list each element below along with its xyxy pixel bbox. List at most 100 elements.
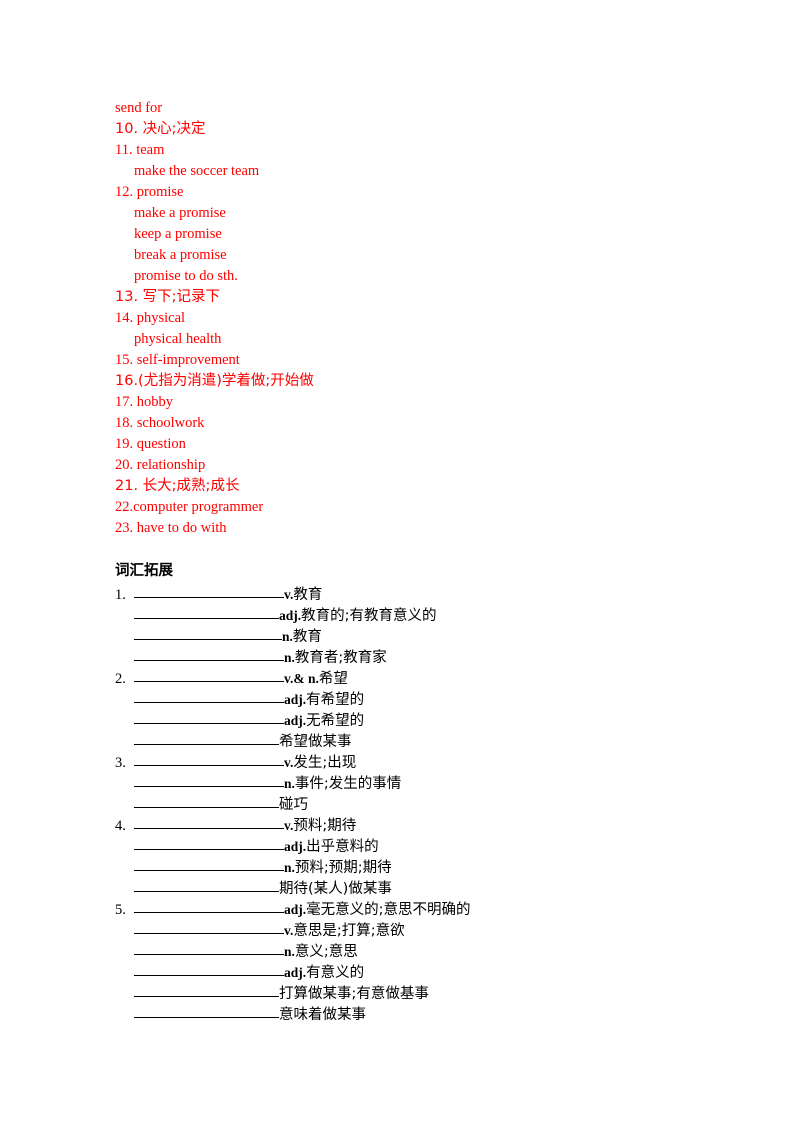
word-formation-row: 1.n.教育 xyxy=(115,626,715,647)
vocabulary-list-item: keep a promise xyxy=(134,226,222,242)
word-formation-row: 5.v.意思是;打算;意欲 xyxy=(115,920,715,941)
section-heading-word-formation: 词汇拓展 xyxy=(115,563,173,579)
part-of-speech-label: n. xyxy=(284,650,295,665)
part-of-speech-label: n. xyxy=(284,944,295,959)
answer-blank[interactable] xyxy=(134,856,284,871)
vocabulary-list-item: 16.(尤指为消遣)学着做;开始做 xyxy=(115,373,314,389)
part-of-speech-label: adj. xyxy=(284,692,307,707)
answer-blank[interactable] xyxy=(134,688,284,703)
answer-blank[interactable] xyxy=(134,1003,279,1018)
meaning-text: 教育 xyxy=(292,629,322,645)
vocabulary-list-item: 19. question xyxy=(115,436,186,452)
vocabulary-list-item: 14. physical xyxy=(115,310,186,326)
answer-blank[interactable] xyxy=(134,877,279,892)
vocabulary-list-item: make a promise xyxy=(134,205,226,221)
word-formation-row: 4.n.预料;预期;期待 xyxy=(115,857,715,878)
answer-blank[interactable] xyxy=(134,898,284,913)
vocabulary-list-item: 20. relationship xyxy=(115,457,206,473)
meaning-text: 毫无意义的;意思不明确的 xyxy=(306,902,471,918)
part-of-speech-label: adj. xyxy=(284,839,307,854)
vocabulary-list: send for 10. 决心;决定 11. team make the soccer… xyxy=(115,98,715,539)
meaning-text: 预料;预期;期待 xyxy=(294,860,392,876)
answer-blank[interactable] xyxy=(134,982,279,997)
word-formation-row: 5.打算做某事;有意做基事 xyxy=(115,983,715,1004)
answer-blank[interactable] xyxy=(134,604,279,619)
answer-blank[interactable] xyxy=(134,646,284,661)
meaning-text: 事件;发生的事情 xyxy=(294,776,402,792)
meaning-text: 发生;出现 xyxy=(293,755,357,771)
word-formation-number: 4. xyxy=(115,818,126,834)
answer-blank[interactable] xyxy=(134,814,284,829)
word-formation-row: 2.adj.无希望的 xyxy=(115,710,715,731)
meaning-text: 有希望的 xyxy=(306,692,365,708)
answer-blank[interactable] xyxy=(134,625,282,640)
word-formation-row: 4.adj.出乎意料的 xyxy=(115,836,715,857)
answer-blank[interactable] xyxy=(134,940,284,955)
vocabulary-list-item: 17. hobby xyxy=(115,394,173,410)
word-formation-row: 4.期待(某人)做某事 xyxy=(115,878,715,899)
meaning-text: 意味着做某事 xyxy=(279,1007,366,1023)
word-formation-row: 3.碰巧 xyxy=(115,794,715,815)
document-page: send for 10. 决心;决定 11. team make the soccer… xyxy=(0,0,794,1123)
answer-blank[interactable] xyxy=(134,583,284,598)
word-formation-row: 1.adj.教育的;有教育意义的 xyxy=(115,605,715,626)
part-of-speech-label: v. xyxy=(284,755,294,770)
meaning-text: 期待(某人)做某事 xyxy=(279,881,392,897)
word-formation-list: 1.v.教育1.adj.教育的;有教育意义的1.n.教育1.n.教育者;教育家2… xyxy=(115,584,715,1025)
meaning-text: 教育者;教育家 xyxy=(294,650,387,666)
vocabulary-list-item: 12. promise xyxy=(115,184,184,200)
vocabulary-list-item: 11. team xyxy=(115,142,165,158)
word-formation-number: 3. xyxy=(115,755,126,771)
vocabulary-list-item: 22.computer programmer xyxy=(115,499,264,515)
vocabulary-list-item: 15. self-improvement xyxy=(115,352,240,368)
word-formation-row: 2. v.& n. 希望 xyxy=(115,668,715,689)
vocabulary-list-item: 13. 写下;记录下 xyxy=(115,289,221,305)
part-of-speech-label: adj. xyxy=(284,965,307,980)
meaning-text: 碰巧 xyxy=(279,797,308,813)
meaning-text: 预料;期待 xyxy=(293,818,357,834)
word-formation-row: 2.希望做某事 xyxy=(115,731,715,752)
word-formation-number: 2. xyxy=(115,671,126,687)
vocabulary-list-item: promise to do sth. xyxy=(134,268,238,284)
meaning-text: 意义;意思 xyxy=(294,944,358,960)
vocabulary-list-item: 23. have to do with xyxy=(115,520,227,536)
document-content: send for 10. 决心;决定 11. team make the soccer… xyxy=(115,98,715,1025)
answer-blank[interactable] xyxy=(134,772,284,787)
word-formation-row: 3.n.事件;发生的事情 xyxy=(115,773,715,794)
part-of-speech-label: v. xyxy=(284,587,294,602)
vocabulary-list-item: 18. schoolwork xyxy=(115,415,205,431)
word-formation-row: 4. v. 预料;期待 xyxy=(115,815,715,836)
vocabulary-list-item: 10. 决心;决定 xyxy=(115,121,206,137)
meaning-text: 打算做某事;有意做基事 xyxy=(279,986,429,1002)
meaning-text: 教育的;有教育意义的 xyxy=(301,608,437,624)
vocabulary-list-item: 21. 长大;成熟;成长 xyxy=(115,478,240,494)
part-of-speech-label: v.& n. xyxy=(284,671,319,686)
word-formation-number: 5. xyxy=(115,902,126,918)
answer-blank[interactable] xyxy=(134,835,284,850)
part-of-speech-label: v. xyxy=(284,818,294,833)
part-of-speech-label: n. xyxy=(284,776,295,791)
answer-blank[interactable] xyxy=(134,919,284,934)
part-of-speech-label: n. xyxy=(282,629,293,644)
answer-blank[interactable] xyxy=(134,961,284,976)
meaning-text: 出乎意料的 xyxy=(306,839,379,855)
part-of-speech-label: adj. xyxy=(284,902,307,917)
answer-blank[interactable] xyxy=(134,667,284,682)
vocabulary-list-item: break a promise xyxy=(134,247,227,263)
part-of-speech-label: n. xyxy=(284,860,295,875)
word-formation-row: 3. v. 发生;出现 xyxy=(115,752,715,773)
answer-blank[interactable] xyxy=(134,709,284,724)
part-of-speech-label: adj. xyxy=(279,608,302,623)
meaning-text: 教育 xyxy=(293,587,323,603)
meaning-text: 希望做某事 xyxy=(279,734,352,750)
answer-blank[interactable] xyxy=(134,751,284,766)
vocabulary-list-item: physical health xyxy=(134,331,222,347)
meaning-text: 意思是;打算;意欲 xyxy=(293,923,405,939)
answer-blank[interactable] xyxy=(134,793,279,808)
word-formation-row: 1. v. 教育 xyxy=(115,584,715,605)
meaning-text: 无希望的 xyxy=(306,713,365,729)
meaning-text: 有意义的 xyxy=(306,965,365,981)
meaning-text: 希望 xyxy=(318,671,348,687)
answer-blank[interactable] xyxy=(134,730,279,745)
word-formation-row: 5. adj. 毫无意义的;意思不明确的 xyxy=(115,899,715,920)
